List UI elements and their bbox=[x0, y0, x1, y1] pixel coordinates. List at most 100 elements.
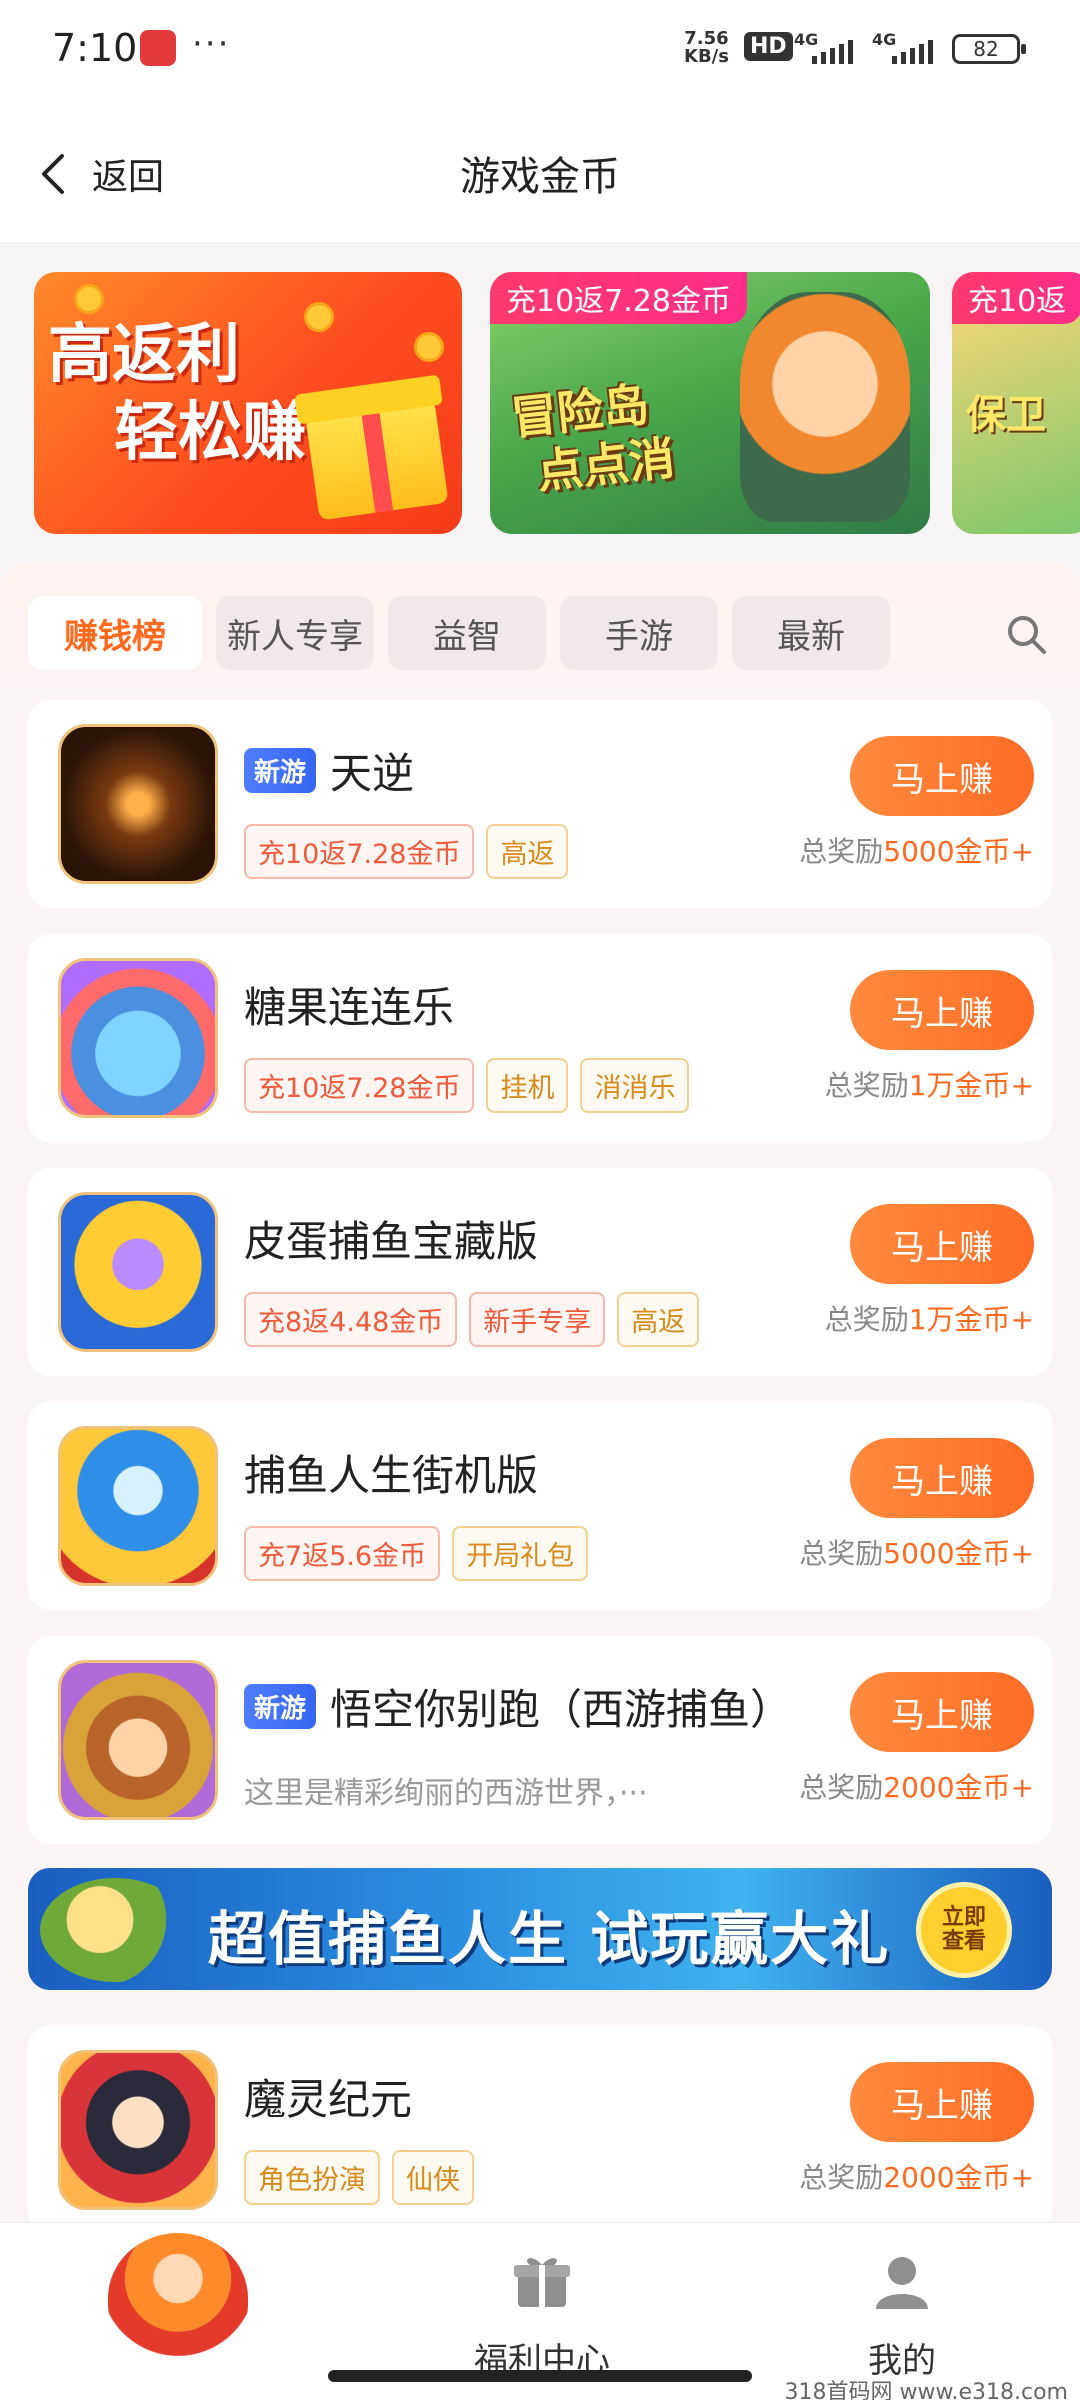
new-game-badge: 新游 bbox=[244, 1684, 317, 1729]
dragon-mascot-home-icon[interactable] bbox=[108, 2233, 248, 2363]
coin-icon bbox=[74, 284, 104, 314]
rebate-tag: 充8返4.48金币 bbox=[244, 1292, 458, 1347]
tab-latest[interactable]: 最新 bbox=[732, 596, 890, 670]
tab-earn-ranking[interactable]: 赚钱榜 bbox=[28, 596, 202, 670]
reward-label: 总奖励 bbox=[799, 1537, 884, 1570]
view-now-button[interactable]: 立即 查看 bbox=[916, 1882, 1012, 1978]
reward-amount: 5000金币+ bbox=[883, 835, 1034, 868]
total-reward: 总奖励5000金币+ bbox=[799, 830, 1034, 870]
navigation-bar: 返回 游戏金币 bbox=[0, 100, 1080, 242]
banner-game-maoxiandao[interactable]: 充10返7.28金币 冒险岛 点点消 bbox=[490, 272, 930, 534]
tab-newcomer[interactable]: 新人专享 bbox=[216, 596, 374, 670]
hd-voice-icon: HD bbox=[744, 32, 793, 61]
reward-label: 总奖励 bbox=[824, 1303, 909, 1336]
fishing-promo-banner[interactable]: 超值捕鱼人生 试玩赢大礼 立即 查看 bbox=[28, 1868, 1052, 1990]
category-tag: 挂机 bbox=[486, 1058, 569, 1113]
total-reward: 总奖励5000金币+ bbox=[799, 1532, 1034, 1572]
earn-now-button[interactable]: 马上赚 bbox=[850, 970, 1034, 1050]
category-tabs: 赚钱榜 新人专享 益智 手游 最新 bbox=[28, 596, 890, 670]
game-tags: 充10返7.28金币 挂机 消消乐 bbox=[244, 1058, 690, 1113]
fish-mascot-icon bbox=[40, 1878, 190, 1982]
game-card[interactable]: 皮蛋捕鱼宝藏版 充8返4.48金币 新手专享 高返 马上赚 总奖励1万金币+ bbox=[28, 1168, 1052, 1376]
game-tags: 角色扮演 仙侠 bbox=[244, 2150, 474, 2205]
more-notifications-icon: ··· bbox=[192, 24, 231, 64]
game-name: 悟空你别跑（西游捕鱼） bbox=[330, 1685, 793, 1734]
gift-box-icon bbox=[305, 399, 449, 521]
banner-carousel[interactable]: 高返利 轻松赚 充10返7.28金币 冒险岛 点点消 充10返 保卫 bbox=[0, 242, 1080, 562]
game-icon-candy bbox=[58, 958, 218, 1118]
earn-now-button[interactable]: 马上赚 bbox=[850, 1672, 1034, 1752]
earn-now-button[interactable]: 马上赚 bbox=[850, 1204, 1034, 1284]
new-game-badge: 新游 bbox=[244, 748, 317, 793]
game-name-row: 皮蛋捕鱼宝藏版 bbox=[244, 1208, 538, 1269]
banner-game-logo: 冒险岛 点点消 bbox=[509, 374, 678, 502]
promo-banner-text: 超值捕鱼人生 试玩赢大礼 bbox=[208, 1905, 891, 1973]
category-tabs-area: 赚钱榜 新人专享 益智 手游 最新 bbox=[0, 562, 1080, 682]
reward-amount: 2000金币+ bbox=[883, 1771, 1034, 1804]
category-tag: 消消乐 bbox=[580, 1058, 690, 1113]
game-name-row: 捕鱼人生街机版 bbox=[244, 1442, 538, 1503]
rebate-tag: 充10返7.28金币 bbox=[244, 824, 475, 879]
reward-amount: 1万金币+ bbox=[908, 1069, 1034, 1102]
home-indicator[interactable] bbox=[328, 2370, 752, 2382]
banner-game-partial[interactable]: 充10返 保卫 bbox=[952, 272, 1080, 534]
banner-slogan-line2: 轻松赚 bbox=[114, 396, 306, 470]
game-card[interactable]: 新游 悟空你别跑（西游捕鱼） 这里是精彩绚丽的西游世界，··· 马上赚 总奖励2… bbox=[28, 1636, 1052, 1844]
banner-promo-tag: 充10返7.28金币 bbox=[490, 272, 747, 324]
view-now-line1: 立即 bbox=[941, 1905, 986, 1930]
earn-now-button[interactable]: 马上赚 bbox=[850, 1438, 1034, 1518]
category-tag: 仙侠 bbox=[392, 2150, 474, 2205]
category-tag: 角色扮演 bbox=[244, 2150, 380, 2205]
gift-icon bbox=[514, 2258, 570, 2307]
game-name: 皮蛋捕鱼宝藏版 bbox=[244, 1217, 539, 1266]
watermark: 318首码网 www.e318.com bbox=[784, 2380, 1068, 2400]
page-title: 游戏金币 bbox=[460, 154, 620, 200]
game-tags: 充7返5.6金币 开局礼包 bbox=[244, 1526, 589, 1581]
category-tag: 开局礼包 bbox=[452, 1526, 589, 1581]
game-card[interactable]: 糖果连连乐 充10返7.28金币 挂机 消消乐 马上赚 总奖励1万金币+ bbox=[28, 934, 1052, 1142]
game-card[interactable]: 捕鱼人生街机版 充7返5.6金币 开局礼包 马上赚 总奖励5000金币+ bbox=[28, 1402, 1052, 1610]
rebate-tag: 充10返7.28金币 bbox=[244, 1058, 475, 1113]
banner-high-rebate[interactable]: 高返利 轻松赚 bbox=[34, 272, 462, 534]
game-name-row: 魔灵纪元 bbox=[244, 2066, 412, 2127]
category-tag: 高返 bbox=[617, 1292, 700, 1347]
status-bar: 7:10 ··· 7.56 KB/s HD 4G 4G 82 bbox=[0, 0, 1080, 100]
game-character-art bbox=[740, 292, 910, 522]
game-card[interactable]: 魔灵纪元 角色扮演 仙侠 马上赚 总奖励2000金币+ bbox=[28, 2026, 1052, 2234]
game-description: 这里是精彩绚丽的西游世界，··· bbox=[244, 1776, 648, 1811]
category-tag: 高返 bbox=[486, 824, 569, 879]
network-speed: 7.56 KB/s bbox=[684, 30, 729, 66]
total-reward: 总奖励2000金币+ bbox=[799, 2156, 1034, 2196]
banner-game-logo: 保卫 bbox=[966, 392, 1046, 438]
search-icon[interactable] bbox=[1004, 612, 1048, 656]
game-name: 捕鱼人生街机版 bbox=[244, 1451, 539, 1500]
banner-promo-tag: 充10返 bbox=[952, 272, 1080, 324]
game-icon-fishing-arcade bbox=[58, 1426, 218, 1586]
game-icon-tianni bbox=[58, 724, 218, 884]
tab-mobile-games[interactable]: 手游 bbox=[560, 596, 718, 670]
coin-icon bbox=[414, 332, 444, 362]
tab-puzzle[interactable]: 益智 bbox=[388, 596, 546, 670]
game-card[interactable]: 新游 天逆 充10返7.28金币 高返 马上赚 总奖励5000金币+ bbox=[28, 700, 1052, 908]
total-reward: 总奖励1万金币+ bbox=[825, 1064, 1034, 1104]
signal-2-bars-icon bbox=[892, 38, 933, 64]
signal-1-bars-icon bbox=[812, 38, 853, 64]
battery-icon: 82 bbox=[952, 34, 1026, 64]
reward-label: 总奖励 bbox=[799, 2161, 884, 2194]
network-speed-unit: KB/s bbox=[684, 46, 729, 67]
earn-now-button[interactable]: 马上赚 bbox=[850, 2062, 1034, 2142]
banner-slogan: 高返利 轻松赚 bbox=[48, 316, 306, 472]
game-icon-wukong bbox=[58, 1660, 218, 1820]
reward-amount: 2000金币+ bbox=[883, 2161, 1034, 2194]
app-notification-icon bbox=[140, 30, 176, 66]
reward-amount: 1万金币+ bbox=[908, 1303, 1034, 1336]
reward-label: 总奖励 bbox=[824, 1069, 909, 1102]
game-name: 糖果连连乐 bbox=[244, 983, 455, 1032]
game-name: 天逆 bbox=[330, 749, 415, 798]
total-reward: 总奖励1万金币+ bbox=[825, 1298, 1034, 1338]
status-time: 7:10 bbox=[52, 26, 138, 70]
game-name-row: 糖果连连乐 bbox=[244, 974, 454, 1035]
reward-amount: 5000金币+ bbox=[883, 1537, 1034, 1570]
earn-now-button[interactable]: 马上赚 bbox=[850, 736, 1034, 816]
total-reward: 总奖励2000金币+ bbox=[799, 1766, 1034, 1806]
